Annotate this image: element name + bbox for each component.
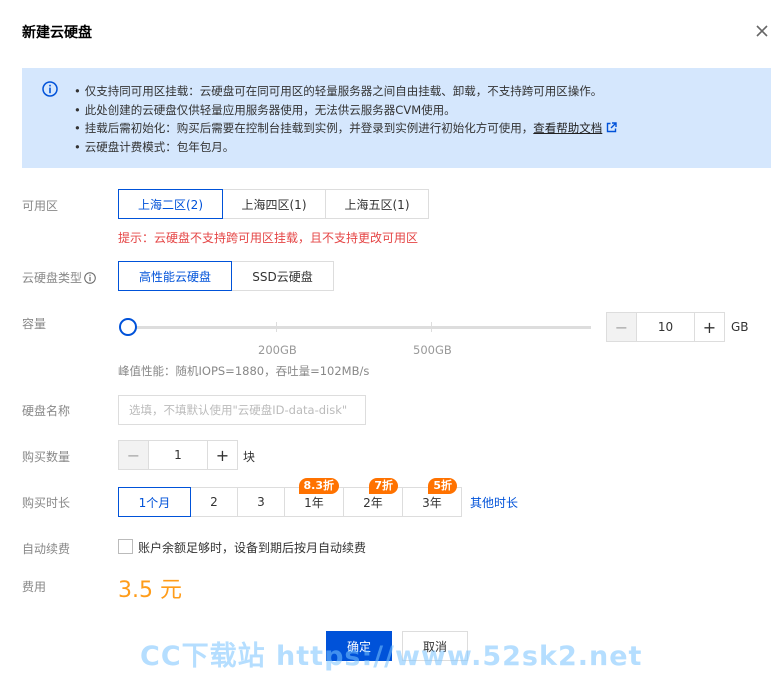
capacity-value[interactable]: 10 bbox=[637, 313, 694, 341]
dialog-title: 新建云硬盘 bbox=[22, 25, 92, 41]
auto-renew-label: 自动续费 bbox=[22, 542, 71, 556]
duration-label: 购买时长 bbox=[22, 496, 71, 510]
capacity-slider-handle[interactable] bbox=[119, 318, 137, 336]
duration-option-2-months[interactable]: 2 bbox=[190, 487, 238, 517]
quantity-unit: 块 bbox=[243, 450, 256, 464]
auto-renew-checkbox-label[interactable]: 账户余额足够时，设备到期后按月自动续费 bbox=[138, 539, 366, 556]
disk-type-label-wrap: 云硬盘类型 bbox=[22, 269, 96, 286]
zone-option-shanghai-5[interactable]: 上海五区(1) bbox=[325, 189, 429, 219]
duration-option-label: 2年 bbox=[363, 495, 383, 510]
auto-renew-checkbox[interactable] bbox=[118, 539, 133, 554]
quantity-increment-button[interactable]: + bbox=[207, 441, 237, 469]
external-link-icon[interactable] bbox=[606, 122, 617, 133]
slider-tick bbox=[276, 322, 277, 332]
zone-option-shanghai-4[interactable]: 上海四区(1) bbox=[222, 189, 326, 219]
notice-item: • 云硬盘计费模式：包年包月。 bbox=[74, 139, 235, 154]
duration-option-2-years[interactable]: 2年 7折 bbox=[343, 478, 403, 517]
slider-tick-label: 500GB bbox=[413, 343, 452, 357]
help-doc-link[interactable]: 查看帮助文档 bbox=[533, 121, 602, 135]
disk-type-option-premium[interactable]: 高性能云硬盘 bbox=[118, 261, 232, 291]
capacity-unit: GB bbox=[731, 320, 749, 334]
notice-item: • 仅支持同可用区挂载：云硬盘可在同可用区的轻量服务器之间自由挂载、卸载，不支持跨… bbox=[74, 84, 603, 98]
fee-label: 费用 bbox=[22, 580, 47, 594]
quantity-value[interactable]: 1 bbox=[149, 441, 207, 469]
capacity-stepper: − 10 + bbox=[606, 312, 725, 342]
notice-list: • 仅支持同可用区挂载：云硬盘可在同可用区的轻量服务器之间自由挂载、卸载，不支持跨… bbox=[74, 82, 617, 156]
duration-option-1-year[interactable]: 1年 8.3折 bbox=[284, 478, 344, 517]
capacity-increment-button[interactable]: + bbox=[694, 313, 724, 341]
disk-type-label: 云硬盘类型 bbox=[22, 271, 83, 285]
duration-option-label: 3年 bbox=[422, 495, 442, 510]
other-duration-link[interactable]: 其他时长 bbox=[470, 494, 518, 511]
duration-selector: 1个月 2 3 1年 8.3折 2年 7折 3年 5折 bbox=[118, 478, 462, 517]
close-icon[interactable] bbox=[753, 22, 771, 40]
duration-option-1-month[interactable]: 1个月 bbox=[118, 487, 191, 517]
zone-label: 可用区 bbox=[22, 199, 59, 213]
discount-badge: 5折 bbox=[428, 478, 457, 494]
zone-hint: 提示：云硬盘不支持跨可用区挂载，且不支持更改可用区 bbox=[118, 231, 419, 245]
zone-selector: 上海二区(2) 上海四区(1) 上海五区(1) bbox=[118, 189, 429, 219]
slider-tick bbox=[431, 322, 432, 332]
duration-option-label: 1年 bbox=[304, 495, 324, 510]
question-circle-icon[interactable] bbox=[84, 272, 96, 284]
notice-item: • 此处创建的云硬盘仅供轻量应用服务器使用，无法供云服务器CVM使用。 bbox=[74, 102, 456, 117]
capacity-slider-track[interactable] bbox=[128, 326, 591, 329]
disk-name-label: 硬盘名称 bbox=[22, 404, 71, 418]
fee-amount: 3.5 元 bbox=[118, 578, 182, 603]
disk-name-input[interactable] bbox=[118, 395, 366, 425]
capacity-label: 容量 bbox=[22, 317, 47, 331]
notice-item: • 挂载后需初始化：购买后需要在控制台挂载到实例，并登录到实例进行初始化方可使用，… bbox=[74, 119, 617, 138]
discount-badge: 8.3折 bbox=[298, 478, 339, 494]
info-icon bbox=[42, 81, 58, 97]
quantity-decrement-button[interactable]: − bbox=[119, 441, 149, 469]
capacity-decrement-button[interactable]: − bbox=[607, 313, 637, 341]
disk-type-selector: 高性能云硬盘 SSD云硬盘 bbox=[118, 261, 334, 291]
quantity-stepper: − 1 + bbox=[118, 440, 238, 470]
slider-tick-label: 200GB bbox=[258, 343, 297, 357]
performance-text: 峰值性能：随机IOPS=1880，吞吐量=102MB/s bbox=[118, 364, 370, 378]
duration-option-3-months[interactable]: 3 bbox=[237, 487, 285, 517]
watermark: CC下载站 https://www.52sk2.net bbox=[140, 641, 643, 672]
notice-panel: • 仅支持同可用区挂载：云硬盘可在同可用区的轻量服务器之间自由挂载、卸载，不支持跨… bbox=[22, 68, 771, 168]
zone-option-shanghai-2[interactable]: 上海二区(2) bbox=[118, 189, 223, 219]
quantity-label: 购买数量 bbox=[22, 450, 71, 464]
discount-badge: 7折 bbox=[369, 478, 398, 494]
duration-option-3-years[interactable]: 3年 5折 bbox=[402, 478, 462, 517]
disk-type-option-ssd[interactable]: SSD云硬盘 bbox=[231, 261, 334, 291]
